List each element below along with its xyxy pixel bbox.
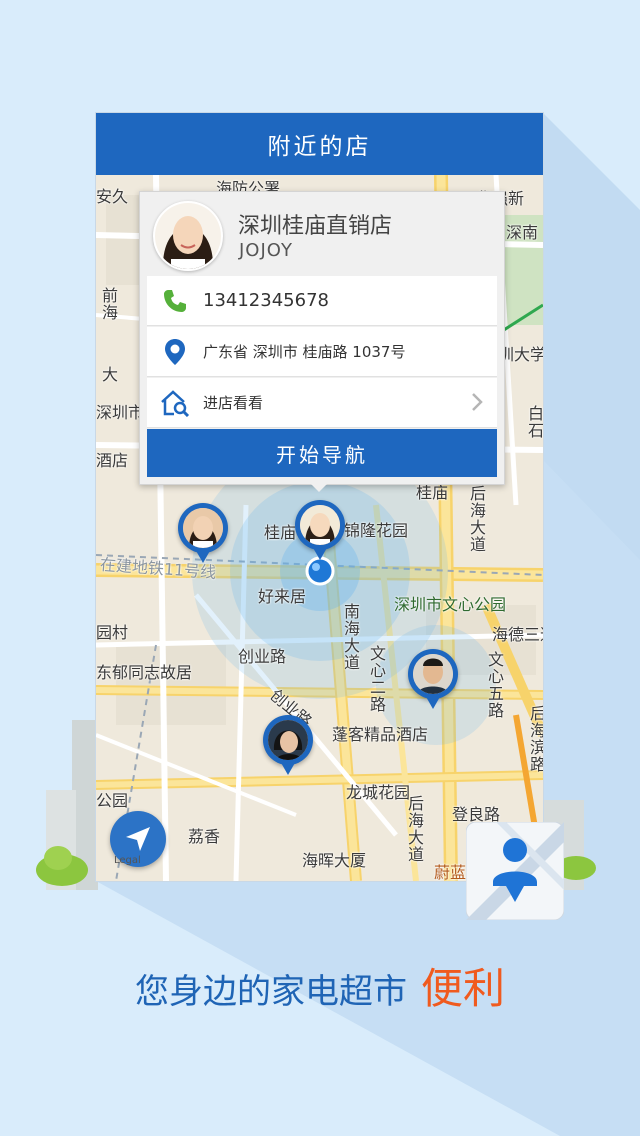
address-row[interactable]: 广东省 深圳市 桂庙路 1037号 [147,327,497,377]
start-navigation-button[interactable]: 开始导航 [147,429,497,477]
map-label: 龙城花园 [346,783,411,802]
map-label: 好来居 [258,587,307,606]
store-avatar [153,201,223,271]
page-title: 附近的店 [96,113,543,175]
avatar [300,505,340,545]
marker-tip [195,549,211,563]
avatar [413,654,453,694]
visit-store-row[interactable]: 进店看看 [147,378,497,428]
app-map-person-icon [466,822,564,920]
map-label: 后海滨路 [527,705,543,773]
map-label: 文心二路 [367,645,386,713]
map-label: 安久 [96,187,129,206]
map-label: 蔚蓝 [434,863,467,881]
marker-tip [312,546,328,560]
store-marker[interactable] [263,715,313,777]
map-label: 荔香 [188,827,221,846]
app-screen: 附近的店 海防公署 安久 深南 前海 大 深圳市 酒店 圳大学 白石 桂庙 后海… [96,113,543,881]
marker-tip [280,761,296,775]
map-label: 海德三道 [492,625,543,644]
map-label: 东郁同志故居 [96,663,193,682]
map-legal-link[interactable]: Legal [114,855,141,866]
avatar [183,508,223,548]
marker-tip [425,695,441,709]
map-label: 公园 [96,791,129,810]
chevron-right-icon [472,393,483,411]
map-label: 南海大道 [341,603,360,671]
map-label: 创业路 [238,647,287,666]
map-label: 前海 [99,287,118,321]
store-address: 广东省 深圳市 桂庙路 1037号 [203,343,406,361]
tagline: 您身边的家电超市 便利 [0,955,640,1016]
store-brand: JOJOY [239,240,293,261]
map-label: 园村 [96,623,129,642]
card-pointer [310,483,328,492]
store-search-icon [147,389,203,417]
store-marker[interactable] [408,649,458,711]
tagline-main: 您身边的家电超市 [134,972,407,1012]
map-label: 蓬客精品酒店 [332,725,429,744]
avatar [268,720,308,760]
location-pin-icon [147,338,203,366]
map-label: 海晖大厦 [302,851,367,870]
map-label: 深圳市文心公园 [394,595,507,614]
store-name: 深圳桂庙直销店 [238,214,393,239]
map-label: 锦隆花园 [344,521,409,540]
map-label: 后海大道 [405,795,424,863]
store-header: 深圳桂庙直销店 JOJOY [140,192,504,276]
store-info-card: 深圳桂庙直销店 JOJOY 13412345678 广东省 深圳市 桂庙路 10… [139,191,505,492]
map-label: 酒店 [96,451,129,470]
store-marker-selected[interactable] [295,500,345,562]
phone-number: 13412345678 [203,290,329,311]
tagline-accent: 便利 [420,964,505,1013]
map-label: 文心五路 [485,651,504,719]
map-label: 深南 [506,223,539,242]
store-marker[interactable] [178,503,228,565]
map-label: 大 [102,365,119,384]
phone-row[interactable]: 13412345678 [147,276,497,326]
visit-store-label: 进店看看 [203,394,264,412]
map-label: 深圳市 [96,403,145,422]
locate-arrow-icon [126,827,150,851]
map-label: 白石 [525,405,543,439]
phone-icon [147,288,203,314]
map-label: 桂庙 [264,523,297,542]
map-label: 后海大道 [467,485,486,553]
